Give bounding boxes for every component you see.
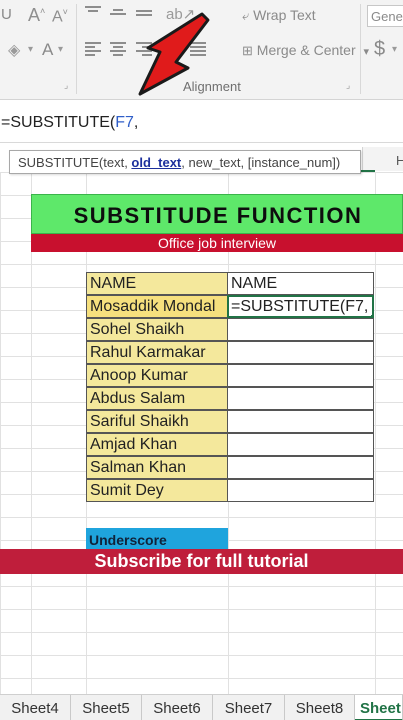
name-cell[interactable]: Sumit Dey [86, 479, 228, 502]
active-cell-formula: =SUBSTITUTE(F7, [231, 298, 369, 315]
font-color-dropdown-icon[interactable]: ▾ [58, 44, 63, 55]
align-left-icon[interactable] [85, 42, 101, 56]
wrap-text-label: Wrap Text [253, 7, 316, 23]
formula-bar-content[interactable]: =SUBSTITUTE(F7, [1, 114, 138, 132]
subtitle-banner: Office job interview [31, 234, 403, 252]
currency-label[interactable]: $ [374, 38, 385, 61]
merge-center-icon: ⊞ [242, 43, 253, 58]
bold-underline-icon[interactable]: U [1, 6, 12, 23]
underscore-cell[interactable]: Underscore [86, 528, 228, 550]
result-cell[interactable] [227, 456, 374, 479]
formula-prefix: =SUBSTITUTE( [1, 114, 116, 131]
top-align-icon[interactable] [85, 6, 101, 20]
name-cell[interactable]: Sariful Shaikh [86, 410, 228, 433]
page-subtitle: Office job interview [157, 235, 276, 251]
fill-color-dropdown-icon[interactable]: ▾ [28, 44, 33, 55]
header-cell-name[interactable]: NAME [86, 272, 228, 295]
merge-center-dropdown-icon[interactable]: ▾ [364, 46, 370, 58]
column-header-label: H [396, 153, 403, 168]
ribbon-separator [360, 4, 361, 94]
sheet-tab-active[interactable]: Sheet [355, 695, 403, 720]
sheet-tab[interactable]: Sheet5 [71, 695, 142, 720]
fill-color-icon[interactable]: ◈ [8, 40, 20, 60]
currency-dropdown-icon[interactable]: ▾ [392, 44, 397, 55]
alignment-dialog-launcher-icon[interactable]: ⌟ [346, 80, 350, 91]
tooltip-remaining-args[interactable]: , new_text, [instance_num]) [181, 155, 340, 170]
name-cell[interactable]: Sohel Shaikh [86, 318, 228, 341]
decrease-font-icon[interactable]: A˅ [52, 7, 68, 26]
name-cell[interactable]: Anoop Kumar [86, 364, 228, 387]
sheet-tab[interactable]: Sheet8 [285, 695, 355, 720]
wrap-text-button[interactable]: ⤶ Wrap Text [242, 8, 316, 22]
result-cell[interactable] [227, 341, 374, 364]
tooltip-current-arg[interactable]: old_text [131, 155, 181, 170]
align-center-icon[interactable] [110, 42, 126, 56]
result-cell[interactable] [227, 364, 374, 387]
middle-align-icon[interactable] [110, 9, 126, 23]
tooltip-arg-text[interactable]: text, [103, 155, 131, 170]
name-cell[interactable]: Salman Khan [86, 456, 228, 479]
red-pointer-arrow-icon [138, 12, 210, 96]
increase-font-icon[interactable]: A˄ [28, 5, 45, 26]
sheet-tab[interactable]: Sheet6 [142, 695, 213, 720]
merge-center-label: Merge & Center [256, 42, 356, 58]
ribbon-separator [76, 4, 77, 94]
sheet-tab[interactable]: Sheet4 [0, 695, 71, 720]
merge-center-button[interactable]: ⊞ Merge & Center ▾ [242, 43, 369, 58]
function-argument-tooltip[interactable]: SUBSTITUTE(text, old_text, new_text, [in… [9, 150, 361, 174]
result-cell[interactable] [227, 318, 374, 341]
font-dialog-launcher-icon[interactable]: ⌟ [64, 80, 68, 91]
header-cell-result[interactable]: NAME [227, 272, 374, 295]
subscribe-banner: Subscribe for full tutorial [0, 549, 403, 574]
result-cell[interactable] [227, 433, 374, 456]
number-format-dropdown[interactable]: Gene [367, 5, 403, 27]
name-cell[interactable]: Abdus Salam [86, 387, 228, 410]
title-banner: SUBSTITUDE FUNCTION [31, 194, 403, 234]
sheet-tab-bar: Sheet4 Sheet5 Sheet6 Sheet7 Sheet8 Sheet [0, 694, 403, 720]
page-title: SUBSTITUDE FUNCTION [73, 203, 363, 228]
tooltip-function-name[interactable]: SUBSTITUTE( [18, 155, 103, 170]
result-cell[interactable] [227, 387, 374, 410]
name-cell[interactable]: Amjad Khan [86, 433, 228, 456]
name-cell[interactable]: Mosaddik Mondal [86, 295, 228, 318]
subscribe-text: Subscribe for full tutorial [94, 551, 309, 571]
formula-suffix: , [133, 114, 139, 131]
wrap-text-icon: ⤶ [242, 8, 250, 23]
name-cell[interactable]: Rahul Karmakar [86, 341, 228, 364]
result-cell[interactable] [227, 410, 374, 433]
font-color-icon[interactable]: A [42, 40, 53, 60]
active-cell[interactable]: =SUBSTITUTE(F7, [227, 295, 374, 318]
result-cell[interactable] [227, 479, 374, 502]
formula-cell-reference: F7 [115, 114, 134, 131]
sheet-tab[interactable]: Sheet7 [213, 695, 285, 720]
